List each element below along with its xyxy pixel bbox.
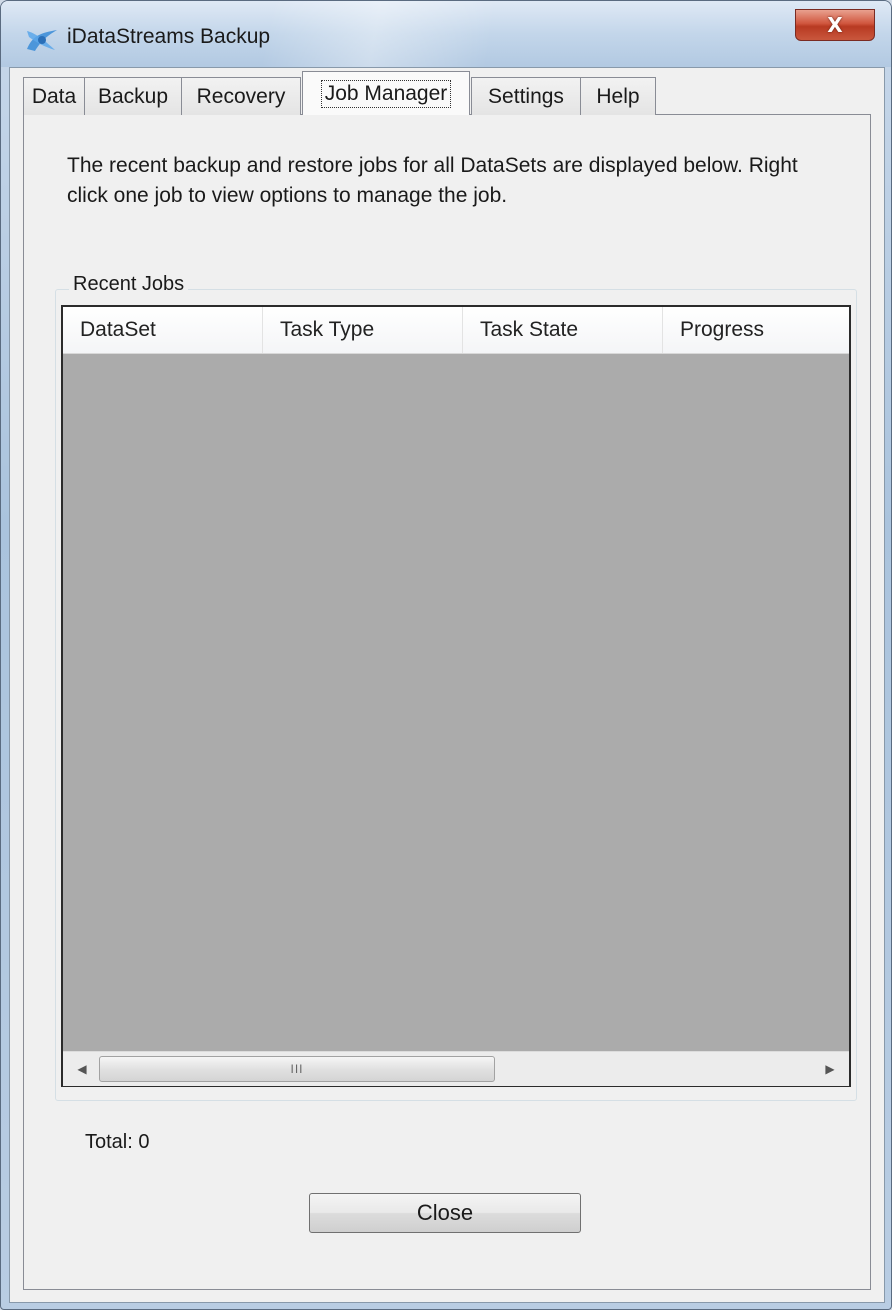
column-header-progress[interactable]: Progress bbox=[663, 307, 849, 353]
scroll-thumb[interactable]: III bbox=[99, 1056, 495, 1082]
close-icon: X bbox=[827, 13, 843, 37]
window-close-button[interactable]: X bbox=[795, 9, 875, 41]
tab-label: Data bbox=[31, 84, 77, 108]
window-title: iDataStreams Backup bbox=[67, 25, 271, 48]
grip-icon: III bbox=[290, 1062, 304, 1076]
tab-backup[interactable]: Backup bbox=[84, 77, 182, 115]
app-window: iDataStreams Backup X Data Backup Recove… bbox=[0, 0, 892, 1310]
horizontal-scrollbar[interactable]: ◀ III ▶ bbox=[63, 1051, 849, 1086]
intro-text: The recent backup and restore jobs for a… bbox=[67, 154, 798, 207]
tab-label: Backup bbox=[97, 84, 169, 108]
tab-data[interactable]: Data bbox=[23, 77, 85, 115]
title-bar[interactable]: iDataStreams Backup X bbox=[1, 1, 891, 67]
tab-label: Recovery bbox=[196, 84, 286, 108]
close-button[interactable]: Close bbox=[309, 1193, 581, 1233]
tab-label: Job Manager bbox=[320, 79, 452, 108]
tab-label: Settings bbox=[488, 84, 564, 108]
table-header: DataSet Task Type Task State Progress bbox=[63, 307, 849, 354]
recent-jobs-title: Recent Jobs bbox=[69, 273, 189, 296]
column-header-task-type[interactable]: Task Type bbox=[263, 307, 463, 353]
app-logo-icon bbox=[27, 30, 57, 51]
total-count: Total: 0 bbox=[85, 1131, 150, 1153]
scroll-left-icon[interactable]: ◀ bbox=[67, 1052, 97, 1086]
tab-help[interactable]: Help bbox=[580, 77, 656, 115]
tab-job-manager[interactable]: Job Manager bbox=[302, 71, 470, 115]
scroll-right-icon[interactable]: ▶ bbox=[815, 1052, 845, 1086]
column-header-dataset[interactable]: DataSet bbox=[63, 307, 263, 353]
tab-label: Help bbox=[596, 84, 640, 108]
tab-settings[interactable]: Settings bbox=[471, 77, 581, 115]
tab-strip: Data Backup Recovery Job Manager Setting… bbox=[23, 71, 656, 115]
column-header-task-state[interactable]: Task State bbox=[463, 307, 663, 353]
recent-jobs-table[interactable]: DataSet Task Type Task State Progress ◀ … bbox=[61, 305, 851, 1087]
tab-recovery[interactable]: Recovery bbox=[181, 77, 301, 115]
close-button-label: Close bbox=[416, 1200, 474, 1225]
